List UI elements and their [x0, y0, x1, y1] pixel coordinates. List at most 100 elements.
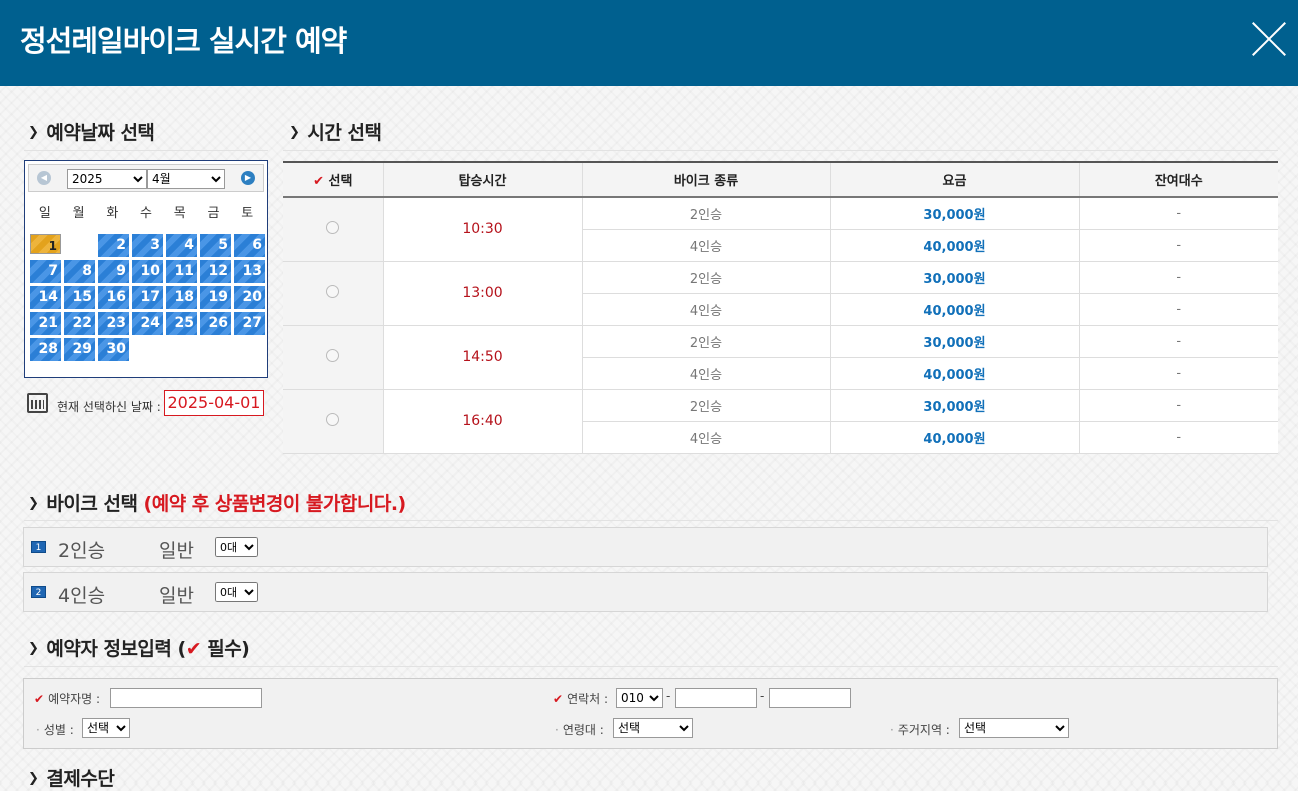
calendar-day[interactable]: 5 — [200, 234, 231, 257]
remain-cell: - — [1079, 325, 1278, 358]
weekday-header: 일 월 화 수 목 금 토 — [28, 202, 264, 221]
calendar-day[interactable]: 6 — [234, 234, 265, 257]
bike-row: 2 4인승 일반 0대 — [23, 572, 1268, 612]
bike-qty-select[interactable]: 0대 — [215, 582, 258, 602]
phone-last-input[interactable] — [769, 688, 851, 708]
calendar-day[interactable]: 2 — [98, 234, 129, 257]
required-icon: ✔ — [34, 692, 45, 706]
check-icon: ✔ — [185, 638, 202, 660]
phone-dash: - — [666, 689, 671, 703]
chevron-right-icon: ❯ — [28, 125, 39, 140]
bike-name: 2인승 — [58, 540, 106, 562]
radio-cell — [283, 325, 384, 390]
calendar-day[interactable]: 18 — [166, 286, 197, 309]
time-radio[interactable] — [326, 284, 340, 298]
divider — [24, 666, 1278, 667]
bike-type-cell: 2인승 — [582, 197, 831, 230]
calendar-header: ◀ 2025 4월 ▶ — [28, 164, 264, 192]
check-icon: ✔ — [313, 174, 324, 189]
calendar-day[interactable]: 14 — [30, 286, 61, 309]
next-month-icon[interactable]: ▶ — [241, 171, 255, 185]
bike-number-badge: 1 — [31, 541, 46, 553]
bike-qty-select[interactable]: 0대 — [215, 537, 258, 557]
col-price: 요금 — [830, 161, 1080, 198]
age-label: · 연령대 : — [555, 723, 604, 737]
calendar-day[interactable]: 17 — [132, 286, 163, 309]
radio-cell — [283, 197, 384, 262]
remain-cell: - — [1079, 293, 1278, 326]
calendar-icon — [27, 393, 48, 413]
time-radio[interactable] — [326, 412, 340, 426]
remain-cell: - — [1079, 357, 1278, 390]
name-label: ✔ 예약자명 : — [34, 692, 101, 706]
divider — [283, 150, 1278, 151]
time-radio[interactable] — [326, 348, 340, 362]
col-time: 탑승시간 — [383, 161, 583, 198]
calendar-day[interactable]: 15 — [64, 286, 95, 309]
price-cell: 40,000원 — [830, 229, 1080, 262]
phone-middle-input[interactable] — [675, 688, 757, 708]
phone-label: ✔ 연락처 : — [553, 692, 609, 706]
bike-type: 일반 — [159, 585, 194, 607]
calendar-day[interactable]: 23 — [98, 312, 129, 335]
calendar-day[interactable]: 24 — [132, 312, 163, 335]
modal-header: 정선레일바이크 실시간 예약 — [0, 0, 1298, 86]
table-row: 14:50 2인승 30,000원 - — [283, 325, 1278, 390]
calendar-day[interactable]: 9 — [98, 260, 129, 283]
region-select[interactable]: 선택 — [959, 718, 1069, 738]
calendar-day[interactable]: 28 — [30, 338, 61, 361]
calendar-day[interactable]: 7 — [30, 260, 61, 283]
calendar-day[interactable]: 13 — [234, 260, 265, 283]
calendar-day[interactable]: 27 — [234, 312, 265, 335]
calendar-day[interactable]: 4 — [166, 234, 197, 257]
close-icon[interactable] — [1252, 22, 1286, 56]
calendar-day[interactable]: 10 — [132, 260, 163, 283]
calendar-day[interactable]: 11 — [166, 260, 197, 283]
calendar-day[interactable]: 19 — [200, 286, 231, 309]
calendar-day[interactable]: 30 — [98, 338, 129, 361]
chevron-right-icon: ❯ — [289, 125, 300, 140]
date-section-title: ❯ 예약날짜 선택 — [28, 122, 155, 144]
chevron-right-icon: ❯ — [28, 641, 39, 656]
calendar-day[interactable]: 8 — [64, 260, 95, 283]
boarding-time: 10:30 — [383, 197, 583, 262]
reservation-form: ✔ 예약자명 : ✔ 연락처 : 010 - - · 성별 : 선택 · 연령대 : 선… — [23, 678, 1278, 749]
phone-prefix-select[interactable]: 010 — [616, 688, 663, 708]
phone-dash: - — [760, 689, 765, 703]
price-cell: 30,000원 — [830, 197, 1080, 230]
price-cell: 40,000원 — [830, 357, 1080, 390]
chevron-right-icon: ❯ — [28, 496, 39, 511]
calendar-day[interactable]: 12 — [200, 260, 231, 283]
payment-section-title: ❯ 결제수단 — [28, 768, 115, 790]
calendar-empty-cell — [64, 234, 95, 257]
weekday-label: 금 — [207, 206, 220, 221]
name-input[interactable] — [110, 688, 262, 708]
bike-type-cell: 2인승 — [582, 389, 831, 422]
boarding-time: 16:40 — [383, 389, 583, 454]
month-select[interactable]: 4월 — [147, 169, 225, 189]
divider — [24, 520, 1278, 521]
calendar-day[interactable]: 29 — [64, 338, 95, 361]
remain-cell: - — [1079, 389, 1278, 422]
divider — [24, 150, 268, 151]
chevron-right-icon: ❯ — [28, 771, 39, 786]
boarding-time: 14:50 — [383, 325, 583, 390]
year-select[interactable]: 2025 — [67, 169, 147, 189]
gender-select[interactable]: 선택 — [82, 718, 130, 738]
age-select[interactable]: 선택 — [613, 718, 693, 738]
price-cell: 30,000원 — [830, 261, 1080, 294]
calendar-day[interactable]: 16 — [98, 286, 129, 309]
price-cell: 30,000원 — [830, 325, 1080, 358]
col-select: ✔ 선택 — [283, 161, 384, 198]
calendar-day[interactable]: 3 — [132, 234, 163, 257]
bike-type-cell: 2인승 — [582, 325, 831, 358]
prev-month-icon[interactable]: ◀ — [37, 171, 51, 185]
remain-cell: - — [1079, 261, 1278, 294]
calendar-day[interactable]: 1 — [30, 234, 61, 254]
calendar-day[interactable]: 25 — [166, 312, 197, 335]
calendar-day[interactable]: 20 — [234, 286, 265, 309]
calendar-day[interactable]: 26 — [200, 312, 231, 335]
time-radio[interactable] — [326, 220, 340, 234]
calendar-day[interactable]: 21 — [30, 312, 61, 335]
calendar-day[interactable]: 22 — [64, 312, 95, 335]
